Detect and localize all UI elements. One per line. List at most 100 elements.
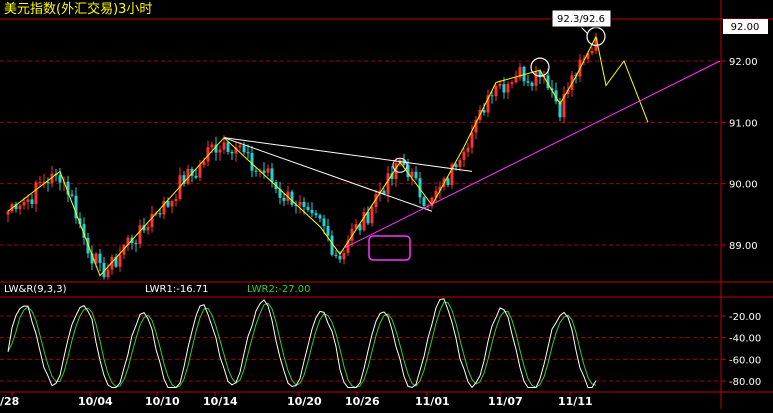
candle-body [34, 182, 38, 204]
candle-body [218, 149, 222, 153]
date-tick-label: 11/01 [415, 395, 450, 408]
candle-body [506, 84, 510, 93]
candle-body [322, 218, 326, 226]
candle-body [334, 254, 338, 256]
candle-body [414, 171, 418, 179]
candle-body [454, 164, 458, 167]
date-tick-label: /28 [0, 395, 19, 408]
lwr1-value-label: LWR1:-16.71 [145, 284, 208, 295]
candle-body [338, 255, 342, 260]
candle-body [302, 201, 306, 207]
candle-body [502, 84, 506, 93]
candle-body [298, 201, 302, 206]
chart-canvas: 92.00 91.00 90.00 89.00 -20.00 -40.00 -60.00 -8… [0, 0, 773, 409]
candle-body [466, 147, 470, 152]
candle-body [70, 194, 74, 196]
current-price-marker: 92.00 [723, 19, 768, 34]
candle-body [158, 213, 162, 215]
candle-body [270, 168, 274, 183]
candle-body [30, 199, 34, 204]
candle-body [210, 144, 214, 148]
candle-body [458, 159, 462, 167]
candle-body [98, 253, 102, 263]
candle-body [266, 168, 270, 173]
candle-body [6, 211, 10, 215]
candle-body [534, 70, 538, 86]
price-tick-label: 89.00 [729, 241, 758, 252]
oscillator-tick-label: -40.00 [729, 334, 761, 345]
candle-body [342, 252, 346, 260]
candle-body [198, 164, 202, 178]
candle-body [530, 82, 534, 86]
candle-body [242, 145, 246, 153]
candle-body [174, 198, 178, 202]
candle-body [222, 142, 226, 150]
candle-body [498, 84, 502, 87]
candle-body [306, 206, 310, 210]
current-price-label: 92.00 [731, 22, 760, 33]
candle-body [590, 50, 594, 54]
candle-body [146, 227, 150, 231]
candle-body [326, 225, 330, 236]
date-tick-label: 11/11 [558, 395, 593, 408]
candle-body [386, 173, 390, 194]
candle-body [150, 213, 154, 228]
date-tick-label: 10/04 [78, 395, 113, 408]
candle-body [250, 153, 254, 171]
candle-body [262, 170, 266, 173]
candle-body [170, 201, 174, 207]
date-tick-label: 10/26 [345, 395, 380, 408]
candle-body [318, 215, 322, 219]
annotation-text: 92.3/92.6 [557, 14, 605, 25]
price-tick-label: 90.00 [729, 180, 758, 191]
price-annotation: 92.3/92.6 [551, 9, 612, 28]
candle-body [314, 213, 318, 216]
candlestick-chart: 92.00 91.00 90.00 89.00 -20.00 -40.00 -60.00 -8… [0, 0, 773, 409]
candle-body [254, 170, 258, 172]
candle-body [290, 191, 294, 205]
candle-body [38, 182, 42, 184]
oscillator-tick-label: -80.00 [729, 377, 761, 388]
candle-body [514, 77, 518, 83]
candle-body [194, 175, 198, 178]
candle-body [510, 82, 514, 85]
price-tick-label: 92.00 [729, 57, 758, 68]
candle-body [482, 110, 486, 113]
candle-body [134, 243, 138, 245]
candle-body [238, 145, 242, 148]
candle-body [202, 161, 206, 165]
candle-body [446, 178, 450, 185]
date-tick-label: 10/20 [287, 395, 322, 408]
candle-body [282, 197, 286, 201]
candle-body [138, 225, 142, 244]
candle-body [118, 254, 122, 267]
candle-body [490, 95, 494, 97]
candle-body [46, 181, 50, 184]
candle-body [370, 207, 374, 224]
candle-body [22, 201, 26, 206]
candle-body [18, 205, 22, 210]
candle-body [106, 269, 110, 278]
date-tick-label: 10/14 [203, 395, 238, 408]
candle-body [58, 174, 62, 183]
candle-body [226, 142, 230, 152]
candle-body [526, 81, 530, 83]
oscillator-title: LW&R(9,3,3) [4, 284, 67, 295]
date-tick-label: 10/10 [145, 395, 180, 408]
candle-body [494, 86, 498, 97]
candle-body [362, 212, 366, 231]
candle-body [230, 151, 234, 154]
chart-title: 美元指数(外汇交易)3小时 [4, 1, 152, 17]
candle-body [26, 199, 30, 202]
candle-body [462, 151, 466, 160]
oscillator-tick-label: -20.00 [729, 312, 761, 323]
price-tick-label: 91.00 [729, 118, 758, 129]
date-tick-label: 11/07 [488, 395, 523, 408]
oscillator-tick-label: -60.00 [729, 355, 761, 366]
candle-body [470, 132, 474, 148]
candle-body [310, 209, 314, 214]
lwr2-value-label: LWR2:-27.00 [247, 284, 310, 295]
candle-body [422, 197, 426, 206]
candle-body [246, 152, 250, 154]
candle-body [366, 212, 370, 224]
